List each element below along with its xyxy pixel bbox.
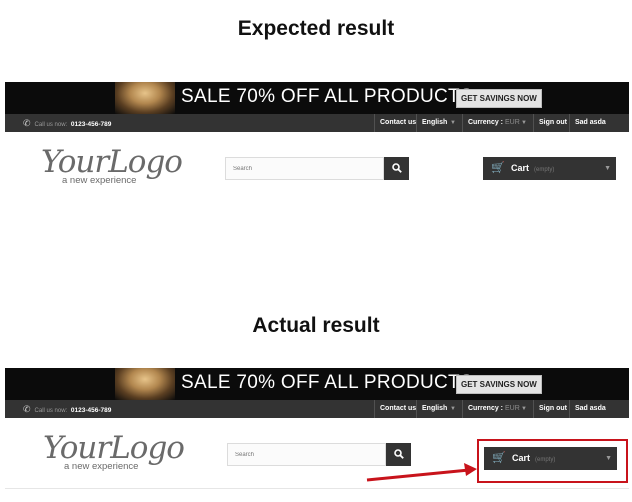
logo-subtitle: a new experience (64, 461, 139, 472)
call-us: ✆ Call us now: 0123-456-789 (23, 114, 111, 132)
caret-down-icon: ▼ (604, 165, 611, 172)
cart-highlight-box (477, 439, 628, 483)
call-us-label: Call us now: (34, 408, 68, 414)
site-logo[interactable]: YourLogo a new experience (43, 430, 185, 472)
phone-icon: ✆ (23, 118, 31, 128)
phone-number: 0123-456-789 (70, 407, 112, 414)
search-button[interactable] (384, 157, 409, 180)
site-logo[interactable]: YourLogo a new experience (41, 144, 183, 186)
user-account-link[interactable]: Sad asda (569, 400, 609, 418)
expected-screenshot: SALE 70% OFF ALL PRODUCTS GET SAVINGS NO… (5, 82, 629, 192)
banner-model-image (115, 82, 175, 114)
search-bar (227, 443, 411, 466)
search-button[interactable] (386, 443, 411, 466)
banner-sale-text: SALE 70% OFF ALL PRODUCTS (181, 372, 473, 393)
sign-out-link[interactable]: Sign out (533, 400, 569, 418)
promo-banner[interactable]: SALE 70% OFF ALL PRODUCTS GET SAVINGS NO… (5, 82, 629, 114)
caret-down-icon: ▼ (450, 406, 456, 412)
actual-heading: Actual result (252, 314, 380, 337)
banner-model-image (115, 368, 175, 400)
currency-selector[interactable]: Currency : EUR ▼ (462, 400, 533, 418)
promo-banner[interactable]: SALE 70% OFF ALL PRODUCTS GET SAVINGS NO… (5, 368, 629, 400)
language-selector[interactable]: English ▼ (416, 400, 462, 418)
contact-us-link[interactable]: Contact us (374, 400, 416, 418)
search-input[interactable] (225, 157, 384, 180)
search-bar (225, 157, 409, 180)
cart-label: Cart (511, 163, 530, 173)
cart-block[interactable]: 🛒 Cart (empty) ▼ (483, 157, 616, 180)
get-savings-button[interactable]: GET SAVINGS NOW (456, 89, 542, 108)
top-nav-bar: ✆ Call us now: 0123-456-789 Contact us En… (5, 114, 629, 132)
sign-out-link[interactable]: Sign out (533, 114, 569, 132)
cart-icon: 🛒 (491, 162, 505, 174)
call-us: ✆ Call us now: 0123-456-789 (23, 400, 111, 418)
caret-down-icon: ▼ (521, 406, 527, 412)
header-bottom-border (5, 488, 629, 489)
logo-subtitle: a new experience (62, 175, 137, 186)
get-savings-button[interactable]: GET SAVINGS NOW (456, 375, 542, 394)
caret-down-icon: ▼ (450, 120, 456, 126)
contact-us-link[interactable]: Contact us (374, 114, 416, 132)
call-us-label: Call us now: (34, 122, 68, 128)
currency-selector[interactable]: Currency : EUR ▼ (462, 114, 533, 132)
phone-icon: ✆ (23, 404, 31, 414)
caret-down-icon: ▼ (521, 120, 527, 126)
phone-number: 0123-456-789 (70, 121, 112, 128)
language-selector[interactable]: English ▼ (416, 114, 462, 132)
top-nav-bar: ✆ Call us now: 0123-456-789 Contact us En… (5, 400, 629, 418)
search-input[interactable] (227, 443, 386, 466)
user-account-link[interactable]: Sad asda (569, 114, 609, 132)
search-icon (393, 449, 404, 459)
banner-sale-text: SALE 70% OFF ALL PRODUCTS (181, 86, 473, 107)
search-icon (391, 163, 402, 173)
cart-status: (empty) (534, 167, 555, 173)
expected-heading: Expected result (237, 17, 395, 40)
